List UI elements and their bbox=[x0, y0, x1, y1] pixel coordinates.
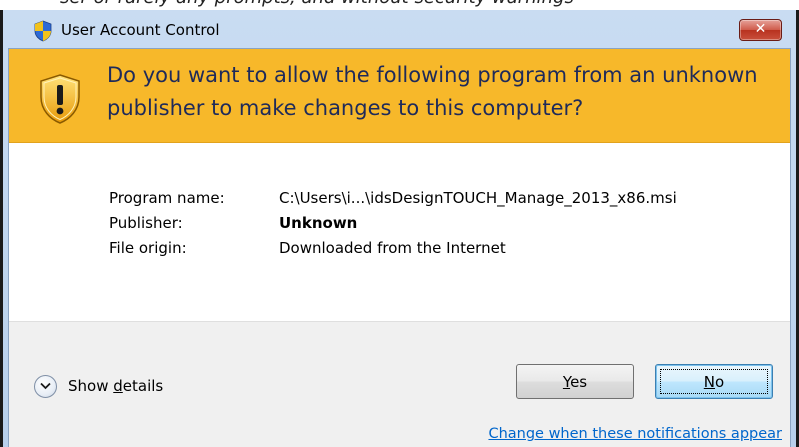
no-button[interactable]: No bbox=[655, 364, 773, 399]
no-rest: o bbox=[715, 372, 725, 391]
close-icon: ✕ bbox=[754, 21, 767, 37]
warning-banner: Do you want to allow the following progr… bbox=[9, 49, 790, 143]
yes-button[interactable]: Yes bbox=[516, 364, 634, 399]
change-notifications-link[interactable]: Change when these notifications appear bbox=[488, 426, 782, 442]
details-suffix: etails bbox=[122, 377, 164, 395]
dialog-client-area: Do you want to allow the following progr… bbox=[8, 48, 791, 447]
background-page: ser or rarely any prompts, and without s… bbox=[0, 0, 799, 10]
uac-prompt-text: Do you want to allow the following progr… bbox=[107, 63, 758, 120]
dialog-footer: Show details Yes No Change when these no… bbox=[9, 321, 790, 447]
publisher-value: Unknown bbox=[279, 214, 358, 232]
file-origin-label: File origin: bbox=[109, 239, 187, 257]
background-text: ser or rarely any prompts, and without s… bbox=[60, 0, 574, 8]
no-mnemonic: N bbox=[703, 372, 716, 391]
program-name-label: Program name: bbox=[109, 189, 225, 207]
close-button[interactable]: ✕ bbox=[739, 19, 782, 41]
warning-shield-icon bbox=[40, 74, 80, 124]
chevron-glyph bbox=[40, 382, 51, 390]
program-info: Program name: C:\Users\i...\idsDesignTOU… bbox=[9, 143, 790, 321]
publisher-label: Publisher: bbox=[109, 214, 183, 232]
uac-dialog: User Account Control ✕ Do you want to al… bbox=[0, 10, 799, 447]
details-prefix: Show bbox=[68, 377, 114, 395]
show-details-toggle[interactable]: Show details bbox=[34, 373, 163, 399]
file-origin-value: Downloaded from the Internet bbox=[279, 239, 506, 257]
yes-mnemonic: Y bbox=[562, 372, 571, 391]
uac-shield-icon bbox=[34, 20, 52, 42]
yes-rest: es bbox=[570, 372, 588, 391]
window-title: User Account Control bbox=[61, 21, 220, 39]
show-details-label[interactable]: Show details bbox=[68, 377, 163, 395]
title-bar[interactable]: User Account Control ✕ bbox=[3, 10, 796, 48]
chevron-down-icon[interactable] bbox=[34, 374, 57, 398]
program-name-value: C:\Users\i...\idsDesignTOUCH_Manage_2013… bbox=[279, 189, 677, 207]
details-mnemonic: d bbox=[113, 377, 123, 395]
